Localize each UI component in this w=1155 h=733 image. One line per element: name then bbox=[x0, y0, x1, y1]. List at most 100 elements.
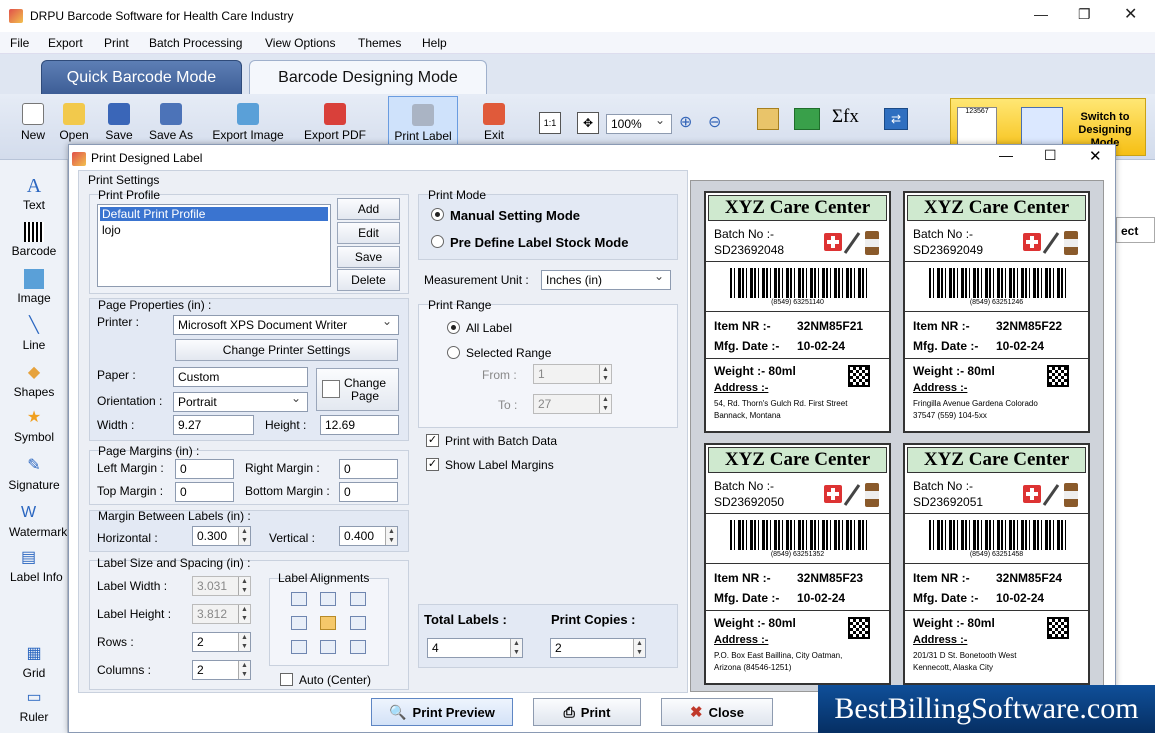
menu-file[interactable]: File bbox=[10, 36, 29, 50]
edit-icon[interactable] bbox=[757, 108, 779, 130]
tool-watermark[interactable]: W Watermark bbox=[0, 503, 68, 539]
tool-symbol[interactable]: ★ Symbol bbox=[0, 408, 68, 444]
menu-export[interactable]: Export bbox=[48, 36, 83, 50]
right-margin-input[interactable]: 0 bbox=[339, 459, 398, 479]
open-button[interactable]: Open bbox=[56, 100, 92, 142]
orientation-select[interactable]: Portrait bbox=[173, 392, 308, 412]
exit-button[interactable]: Exit bbox=[476, 100, 512, 142]
export-image-button[interactable]: Export Image bbox=[207, 100, 289, 142]
printer-select[interactable]: Microsoft XPS Document Writer bbox=[173, 315, 399, 335]
fit-to-window-icon[interactable]: ✥ bbox=[577, 112, 599, 134]
align-top-left-icon[interactable] bbox=[291, 592, 307, 606]
align-bottom-left-icon[interactable] bbox=[291, 640, 307, 654]
delete-profile-button[interactable]: Delete bbox=[337, 269, 400, 291]
paper-input[interactable]: Custom bbox=[173, 367, 308, 387]
tab-barcode-designing-mode[interactable]: Barcode Designing Mode bbox=[249, 60, 487, 94]
address-line-2: 37547 (559) 104-5xx bbox=[913, 411, 987, 420]
menu-batch-processing[interactable]: Batch Processing bbox=[149, 36, 242, 50]
print-button[interactable]: ⎙ Print bbox=[533, 698, 641, 726]
dialog-minimize-icon[interactable]: — bbox=[999, 147, 1013, 163]
tool-signature[interactable]: ✎ Signature bbox=[0, 456, 68, 492]
tool-grid[interactable]: ▦ Grid bbox=[0, 644, 68, 680]
save-as-button[interactable]: Save As bbox=[144, 100, 198, 142]
vertical-spacing-input[interactable]: 0.400 ▲ ▼ bbox=[339, 526, 398, 546]
bottom-margin-input[interactable]: 0 bbox=[339, 482, 398, 502]
menu-view-options[interactable]: View Options bbox=[265, 36, 335, 50]
spinner-arrows-icon[interactable]: ▲ ▼ bbox=[510, 639, 522, 657]
zoom-in-icon[interactable]: ⊕ bbox=[679, 112, 692, 132]
dialog-close-icon[interactable]: ✕ bbox=[1089, 147, 1102, 165]
print-copies-input[interactable]: 2 ▲ ▼ bbox=[550, 638, 646, 658]
print-preview-button[interactable]: 🔍 Print Preview bbox=[371, 698, 513, 726]
menu-themes[interactable]: Themes bbox=[358, 36, 401, 50]
add-profile-button[interactable]: Add bbox=[337, 198, 400, 220]
list-item[interactable]: lojo bbox=[100, 223, 328, 237]
align-middle-left-icon[interactable] bbox=[291, 616, 307, 630]
close-icon[interactable]: ✕ bbox=[1124, 4, 1137, 24]
left-margin-input[interactable]: 0 bbox=[175, 459, 234, 479]
align-middle-right-icon[interactable] bbox=[350, 616, 366, 630]
auto-center-checkbox[interactable] bbox=[280, 673, 293, 686]
actual-size-icon[interactable]: 1:1 bbox=[539, 112, 561, 134]
tool-ruler[interactable]: ▭ Ruler bbox=[0, 688, 68, 724]
save-button[interactable]: Save bbox=[100, 100, 138, 142]
align-top-center-icon[interactable] bbox=[320, 592, 336, 606]
new-button[interactable]: New bbox=[14, 100, 52, 142]
rows-input[interactable]: 2 ▲ ▼ bbox=[192, 632, 251, 652]
tool-line[interactable]: ╲ Line bbox=[0, 316, 68, 352]
change-page-button[interactable]: Change Page bbox=[316, 368, 399, 411]
save-profile-button[interactable]: Save bbox=[337, 246, 400, 268]
zoom-out-icon[interactable]: ⊖ bbox=[708, 112, 721, 132]
menu-help[interactable]: Help bbox=[422, 36, 447, 50]
zoom-select[interactable]: 100% bbox=[606, 114, 672, 134]
tool-label-info[interactable]: ▤ Label Info bbox=[0, 548, 68, 584]
maximize-icon[interactable]: ❐ bbox=[1078, 6, 1091, 23]
show-label-margins-checkbox[interactable]: ✓ bbox=[426, 458, 439, 471]
medicine-icon bbox=[824, 231, 879, 255]
align-bottom-center-icon[interactable] bbox=[320, 640, 336, 654]
top-margin-input[interactable]: 0 bbox=[175, 482, 234, 502]
all-label-radio[interactable] bbox=[447, 321, 460, 334]
tool-text[interactable]: A Text bbox=[0, 176, 68, 212]
formula-icon[interactable]: Σfx bbox=[832, 106, 859, 128]
dialog-maximize-icon[interactable]: ☐ bbox=[1044, 147, 1057, 164]
change-printer-settings-button[interactable]: Change Printer Settings bbox=[175, 339, 398, 361]
title-bar: DRPU Barcode Software for Health Care In… bbox=[0, 0, 1155, 32]
barcode-preview-icon: 123567 bbox=[957, 107, 997, 147]
background-select-button[interactable]: ect bbox=[1116, 217, 1155, 243]
print-batch-data-checkbox[interactable]: ✓ bbox=[426, 434, 439, 447]
export-pdf-button[interactable]: Export PDF bbox=[301, 100, 369, 142]
tab-quick-barcode-mode[interactable]: Quick Barcode Mode bbox=[41, 60, 242, 94]
horizontal-spacing-input[interactable]: 0.300 ▲ ▼ bbox=[192, 526, 251, 546]
address-label: Address :- bbox=[913, 634, 968, 646]
swap-icon[interactable]: ⇄ bbox=[884, 108, 908, 130]
spinner-arrows-icon[interactable]: ▲ ▼ bbox=[633, 639, 645, 657]
tool-barcode[interactable]: Barcode bbox=[0, 222, 68, 258]
page-height-input[interactable]: 12.69 bbox=[320, 415, 399, 435]
align-top-right-icon[interactable] bbox=[350, 592, 366, 606]
spinner-arrows-icon[interactable]: ▲ ▼ bbox=[385, 527, 397, 545]
manual-setting-mode-radio[interactable] bbox=[431, 208, 444, 221]
spinner-arrows-icon[interactable]: ▲ ▼ bbox=[238, 527, 250, 545]
spinner-arrows-icon[interactable]: ▲ ▼ bbox=[238, 661, 250, 679]
predefine-stock-mode-radio[interactable] bbox=[431, 235, 444, 248]
tool-image[interactable]: Image bbox=[0, 269, 68, 305]
total-labels-input[interactable]: 4 ▲ ▼ bbox=[427, 638, 523, 658]
minimize-icon[interactable]: — bbox=[1034, 6, 1048, 22]
total-labels-label: Total Labels : bbox=[424, 612, 507, 627]
edit-profile-button[interactable]: Edit bbox=[337, 222, 400, 244]
excel-icon[interactable] bbox=[794, 108, 820, 130]
columns-input[interactable]: 2 ▲ ▼ bbox=[192, 660, 251, 680]
selected-range-radio[interactable] bbox=[447, 346, 460, 359]
page-width-input[interactable]: 9.27 bbox=[173, 415, 254, 435]
tool-shapes[interactable]: ◆ Shapes bbox=[0, 363, 68, 399]
margin-between-title: Margin Between Labels (in) : bbox=[98, 509, 251, 523]
measurement-unit-select[interactable]: Inches (in) bbox=[541, 270, 671, 290]
spinner-arrows-icon[interactable]: ▲ ▼ bbox=[238, 633, 250, 651]
menu-print[interactable]: Print bbox=[104, 36, 129, 50]
print-profile-list[interactable]: Default Print Profile lojo bbox=[97, 204, 331, 287]
list-item[interactable]: Default Print Profile bbox=[100, 207, 328, 221]
align-bottom-right-icon[interactable] bbox=[350, 640, 366, 654]
close-button[interactable]: ✖ Close bbox=[661, 698, 773, 726]
align-center-icon[interactable] bbox=[320, 616, 336, 630]
